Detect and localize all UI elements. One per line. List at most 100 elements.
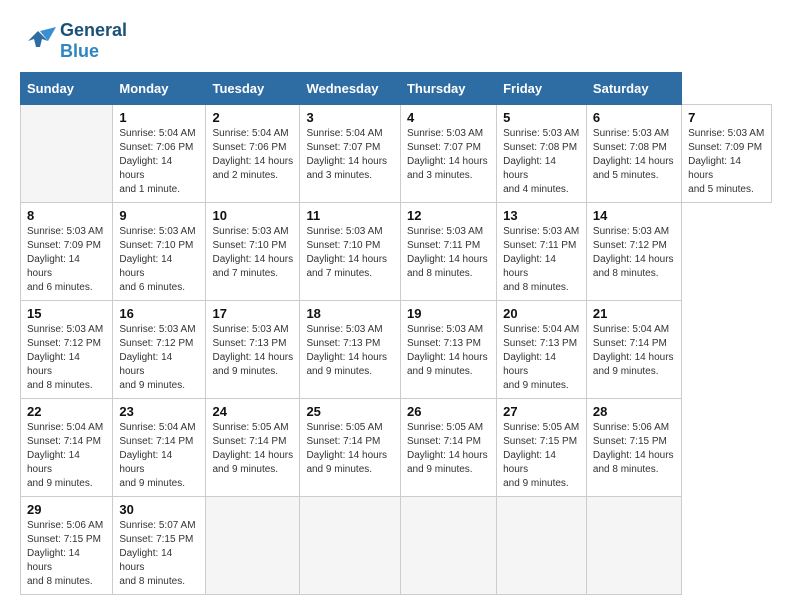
day-info: Sunrise: 5:03 AM Sunset: 7:11 PM Dayligh… [503, 225, 580, 295]
calendar-day-cell: 9Sunrise: 5:03 AM Sunset: 7:10 PM Daylig… [113, 203, 206, 301]
day-info: Sunrise: 5:04 AM Sunset: 7:07 PM Dayligh… [306, 127, 394, 183]
calendar-day-cell: 21 Sunrise: 5:04 AM Sunset: 7:14 PM Dayli… [586, 301, 681, 399]
day-info: Sunrise: 5:03 AM Sunset: 7:12 PM Dayligh… [593, 225, 675, 281]
calendar-day-cell: 26 Sunrise: 5:05 AM Sunset: 7:14 PM Dayli… [400, 399, 496, 497]
day-info: Sunrise: 5:03 AM Sunset: 7:08 PM Dayligh… [503, 127, 580, 197]
day-info: Sunrise: 5:06 AM Sunset: 7:15 PM Dayligh… [27, 519, 106, 589]
day-info: Sunrise: 5:03 AM Sunset: 7:10 PM Dayligh… [119, 225, 199, 295]
day-number: 18 [306, 306, 394, 321]
day-number: 30 [119, 502, 199, 517]
calendar-week-row: 8 Sunrise: 5:03 AM Sunset: 7:09 PM Daylig… [21, 203, 772, 301]
day-number: 2 [212, 110, 293, 125]
calendar-day-cell: 17 Sunrise: 5:03 AM Sunset: 7:13 PM Dayli… [206, 301, 300, 399]
page-header: General Blue [20, 20, 772, 62]
calendar-week-row: 22 Sunrise: 5:04 AM Sunset: 7:14 PM Dayli… [21, 399, 772, 497]
day-number: 20 [503, 306, 580, 321]
calendar-day-cell: 29 Sunrise: 5:06 AM Sunset: 7:15 PM Dayli… [21, 497, 113, 595]
calendar-day-cell: 4 Sunrise: 5:03 AM Sunset: 7:07 PM Daylig… [400, 105, 496, 203]
calendar-day-cell: 22Sunrise: 5:04 AM Sunset: 7:14 PM Dayli… [21, 399, 113, 497]
day-info: Sunrise: 5:03 AM Sunset: 7:09 PM Dayligh… [27, 225, 106, 295]
calendar-day-cell [400, 497, 496, 595]
calendar-day-cell: 20 Sunrise: 5:04 AM Sunset: 7:13 PM Dayli… [497, 301, 587, 399]
day-number: 17 [212, 306, 293, 321]
day-info: Sunrise: 5:03 AM Sunset: 7:12 PM Dayligh… [27, 323, 106, 393]
day-number: 16 [119, 306, 199, 321]
day-number: 23 [119, 404, 199, 419]
calendar-day-cell: 28 Sunrise: 5:06 AM Sunset: 7:15 PM Dayli… [586, 399, 681, 497]
day-info: Sunrise: 5:03 AM Sunset: 7:09 PM Dayligh… [688, 127, 765, 197]
calendar-day-cell: 8 Sunrise: 5:03 AM Sunset: 7:09 PM Daylig… [21, 203, 113, 301]
calendar-day-cell: 11 Sunrise: 5:03 AM Sunset: 7:10 PM Dayli… [300, 203, 401, 301]
calendar-week-row: 29 Sunrise: 5:06 AM Sunset: 7:15 PM Dayli… [21, 497, 772, 595]
day-number: 12 [407, 208, 490, 223]
day-info: Sunrise: 5:05 AM Sunset: 7:15 PM Dayligh… [503, 421, 580, 491]
column-header-thursday: Thursday [400, 73, 496, 105]
day-info: Sunrise: 5:04 AM Sunset: 7:14 PM Dayligh… [593, 323, 675, 379]
calendar-day-cell [497, 497, 587, 595]
calendar-day-cell: 18Sunrise: 5:03 AM Sunset: 7:13 PM Dayli… [300, 301, 401, 399]
day-number: 25 [306, 404, 394, 419]
day-info: Sunrise: 5:03 AM Sunset: 7:07 PM Dayligh… [407, 127, 490, 183]
day-number: 19 [407, 306, 490, 321]
calendar-header-row: SundayMondayTuesdayWednesdayThursdayFrid… [21, 73, 772, 105]
logo-bird-icon [20, 27, 56, 55]
calendar-day-cell: 19 Sunrise: 5:03 AM Sunset: 7:13 PM Dayli… [400, 301, 496, 399]
day-info: Sunrise: 5:03 AM Sunset: 7:10 PM Dayligh… [306, 225, 394, 281]
calendar-day-cell: 10Sunrise: 5:03 AM Sunset: 7:10 PM Dayli… [206, 203, 300, 301]
day-number: 13 [503, 208, 580, 223]
day-info: Sunrise: 5:04 AM Sunset: 7:06 PM Dayligh… [212, 127, 293, 183]
day-info: Sunrise: 5:06 AM Sunset: 7:15 PM Dayligh… [593, 421, 675, 477]
calendar-day-cell: 30 Sunrise: 5:07 AM Sunset: 7:15 PM Dayli… [113, 497, 206, 595]
column-header-saturday: Saturday [586, 73, 681, 105]
day-info: Sunrise: 5:03 AM Sunset: 7:13 PM Dayligh… [407, 323, 490, 379]
calendar-day-cell: 14 Sunrise: 5:03 AM Sunset: 7:12 PM Dayli… [586, 203, 681, 301]
day-number: 3 [306, 110, 394, 125]
day-info: Sunrise: 5:05 AM Sunset: 7:14 PM Dayligh… [407, 421, 490, 477]
day-number: 28 [593, 404, 675, 419]
calendar-day-cell: 13 Sunrise: 5:03 AM Sunset: 7:11 PM Dayli… [497, 203, 587, 301]
calendar-day-cell: 12 Sunrise: 5:03 AM Sunset: 7:11 PM Dayli… [400, 203, 496, 301]
calendar-day-cell: 16 Sunrise: 5:03 AM Sunset: 7:12 PM Dayli… [113, 301, 206, 399]
logo-general-text: General [60, 20, 127, 40]
calendar-day-cell: 5Sunrise: 5:03 AM Sunset: 7:08 PM Daylig… [497, 105, 587, 203]
calendar-day-cell: 3 Sunrise: 5:04 AM Sunset: 7:07 PM Daylig… [300, 105, 401, 203]
day-info: Sunrise: 5:03 AM Sunset: 7:13 PM Dayligh… [212, 323, 293, 379]
calendar-table: SundayMondayTuesdayWednesdayThursdayFrid… [20, 72, 772, 595]
calendar-day-cell: 15 Sunrise: 5:03 AM Sunset: 7:12 PM Dayli… [21, 301, 113, 399]
calendar-day-cell: 24 Sunrise: 5:05 AM Sunset: 7:14 PM Dayli… [206, 399, 300, 497]
column-header-sunday: Sunday [21, 73, 113, 105]
day-number: 8 [27, 208, 106, 223]
day-number: 6 [593, 110, 675, 125]
calendar-day-cell [586, 497, 681, 595]
calendar-day-cell: 2 Sunrise: 5:04 AM Sunset: 7:06 PM Daylig… [206, 105, 300, 203]
day-number: 26 [407, 404, 490, 419]
day-info: Sunrise: 5:03 AM Sunset: 7:11 PM Dayligh… [407, 225, 490, 281]
column-header-friday: Friday [497, 73, 587, 105]
day-number: 1 [119, 110, 199, 125]
day-info: Sunrise: 5:04 AM Sunset: 7:14 PM Dayligh… [119, 421, 199, 491]
day-number: 10 [212, 208, 293, 223]
day-number: 4 [407, 110, 490, 125]
calendar-day-cell: 23 Sunrise: 5:04 AM Sunset: 7:14 PM Dayli… [113, 399, 206, 497]
day-info: Sunrise: 5:05 AM Sunset: 7:14 PM Dayligh… [306, 421, 394, 477]
day-info: Sunrise: 5:07 AM Sunset: 7:15 PM Dayligh… [119, 519, 199, 589]
day-number: 14 [593, 208, 675, 223]
day-number: 11 [306, 208, 394, 223]
calendar-week-row: 1 Sunrise: 5:04 AM Sunset: 7:06 PM Daylig… [21, 105, 772, 203]
day-info: Sunrise: 5:03 AM Sunset: 7:12 PM Dayligh… [119, 323, 199, 393]
calendar-day-cell: 1 Sunrise: 5:04 AM Sunset: 7:06 PM Daylig… [113, 105, 206, 203]
day-number: 29 [27, 502, 106, 517]
day-info: Sunrise: 5:04 AM Sunset: 7:06 PM Dayligh… [119, 127, 199, 197]
day-number: 27 [503, 404, 580, 419]
calendar-day-cell: 25 Sunrise: 5:05 AM Sunset: 7:14 PM Dayli… [300, 399, 401, 497]
calendar-week-row: 15 Sunrise: 5:03 AM Sunset: 7:12 PM Dayli… [21, 301, 772, 399]
day-number: 24 [212, 404, 293, 419]
calendar-day-cell [300, 497, 401, 595]
day-number: 21 [593, 306, 675, 321]
day-number: 22 [27, 404, 106, 419]
column-header-tuesday: Tuesday [206, 73, 300, 105]
day-number: 15 [27, 306, 106, 321]
column-header-wednesday: Wednesday [300, 73, 401, 105]
day-info: Sunrise: 5:04 AM Sunset: 7:13 PM Dayligh… [503, 323, 580, 393]
day-info: Sunrise: 5:05 AM Sunset: 7:14 PM Dayligh… [212, 421, 293, 477]
